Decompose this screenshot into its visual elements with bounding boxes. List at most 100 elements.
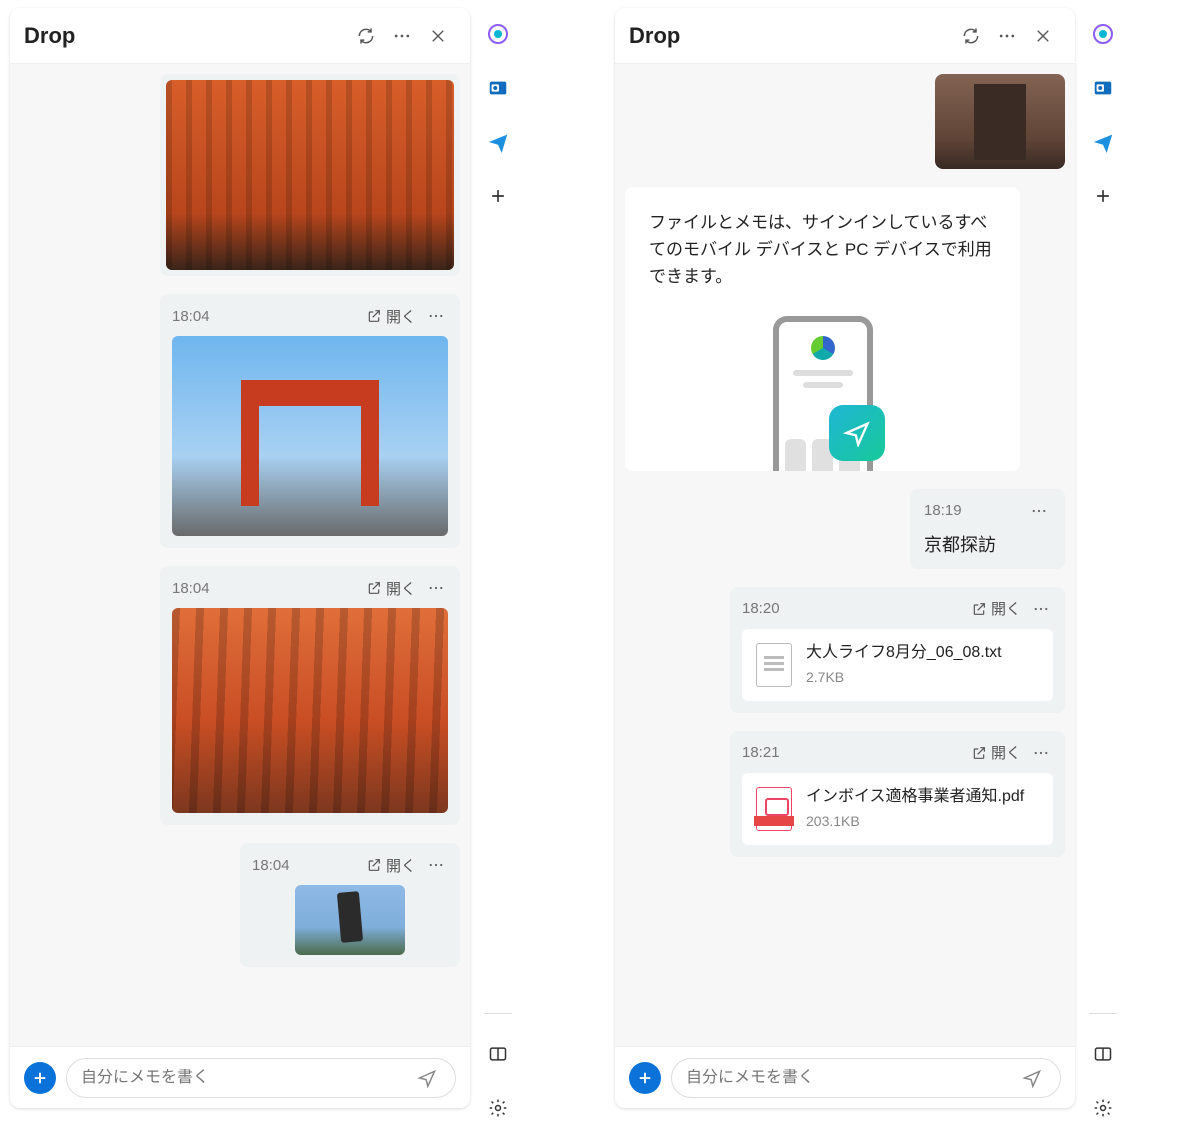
card-header: 18:20 開く xyxy=(742,597,1053,621)
file-card[interactable]: 18:21 開く インボイス適格事業者通知.pdf 203.1KB xyxy=(730,731,1065,857)
outlook-icon[interactable] xyxy=(484,74,512,102)
drop-header: Drop xyxy=(10,8,470,64)
file-info: 大人ライフ8月分_06_08.txt 2.7KB xyxy=(806,643,1039,687)
left-pane: Drop 18:04 開く xyxy=(10,0,565,1122)
settings-icon[interactable] xyxy=(1089,1094,1117,1122)
send-button[interactable] xyxy=(413,1064,441,1092)
photo-torii-path[interactable] xyxy=(172,608,448,813)
item-more-button[interactable] xyxy=(1027,499,1051,523)
text-file-icon xyxy=(756,643,792,687)
file-size: 2.7KB xyxy=(806,669,1039,685)
photo-torii-tunnel[interactable] xyxy=(166,80,454,270)
sidebar-divider xyxy=(484,1013,512,1014)
item-more-button[interactable] xyxy=(424,853,448,877)
more-horizontal-icon xyxy=(427,307,445,325)
refresh-button[interactable] xyxy=(953,18,989,54)
open-button[interactable]: 開く xyxy=(971,742,1021,763)
file-card[interactable]: 18:20 開く 大人ライフ8月分_06_08.txt 2.7KB xyxy=(730,587,1065,713)
more-horizontal-icon xyxy=(392,26,412,46)
file-name: 大人ライフ8月分_06_08.txt xyxy=(806,643,1039,664)
file-row[interactable]: 大人ライフ8月分_06_08.txt 2.7KB xyxy=(742,629,1053,701)
item-more-button[interactable] xyxy=(424,576,448,600)
add-sidebar-icon[interactable] xyxy=(1089,182,1117,210)
more-button[interactable] xyxy=(384,18,420,54)
image-card[interactable]: 18:04 開く xyxy=(160,566,460,825)
send-sidebar-icon[interactable] xyxy=(484,128,512,156)
open-button[interactable]: 開く xyxy=(366,855,416,876)
card-header: 18:19 xyxy=(924,499,1051,523)
close-button[interactable] xyxy=(1025,18,1061,54)
image-thumbnail[interactable] xyxy=(935,74,1065,169)
drop-body[interactable]: ファイルとメモは、サインインしているすべてのモバイル デバイスと PC デバイス… xyxy=(615,64,1075,1046)
timestamp: 18:04 xyxy=(172,580,358,597)
pdf-file-icon xyxy=(756,787,792,831)
file-size: 203.1KB xyxy=(806,813,1039,829)
info-text: ファイルとメモは、サインインしているすべてのモバイル デバイスと PC デバイス… xyxy=(649,209,996,291)
drop-footer xyxy=(10,1046,470,1108)
add-button[interactable] xyxy=(24,1062,56,1094)
drop-body[interactable]: 18:04 開く 18:04 開く xyxy=(10,64,470,1046)
compose-input[interactable] xyxy=(686,1069,1018,1087)
plus-icon xyxy=(636,1069,654,1087)
refresh-button[interactable] xyxy=(348,18,384,54)
drop-panel-left: Drop 18:04 開く xyxy=(10,8,470,1108)
more-horizontal-icon xyxy=(427,856,445,874)
image-card[interactable]: 18:04 開く xyxy=(240,843,460,967)
edge-sidebar xyxy=(470,0,526,1122)
split-screen-icon[interactable] xyxy=(484,1040,512,1068)
image-card[interactable] xyxy=(160,74,460,276)
timestamp: 18:19 xyxy=(924,502,1019,519)
photo-fox-statue[interactable] xyxy=(295,885,405,955)
item-more-button[interactable] xyxy=(1029,741,1053,765)
open-label: 開く xyxy=(991,598,1021,619)
timestamp: 18:20 xyxy=(742,600,963,617)
external-link-icon xyxy=(366,857,382,873)
external-link-icon xyxy=(366,308,382,324)
compose-input[interactable] xyxy=(81,1069,413,1087)
send-button[interactable] xyxy=(1018,1064,1046,1092)
add-sidebar-icon[interactable] xyxy=(484,182,512,210)
compose-box[interactable] xyxy=(66,1058,456,1098)
file-info: インボイス適格事業者通知.pdf 203.1KB xyxy=(806,787,1039,831)
close-icon xyxy=(1034,27,1052,45)
open-button[interactable]: 開く xyxy=(366,306,416,327)
card-header: 18:04 開く xyxy=(252,853,448,877)
image-card[interactable]: 18:04 開く xyxy=(160,294,460,548)
card-header: 18:04 開く xyxy=(172,304,448,328)
more-button[interactable] xyxy=(989,18,1025,54)
info-illustration xyxy=(649,311,996,471)
settings-icon[interactable] xyxy=(484,1094,512,1122)
photo-torii-gate[interactable] xyxy=(172,336,448,536)
item-more-button[interactable] xyxy=(424,304,448,328)
open-label: 開く xyxy=(386,306,416,327)
edge-logo-icon xyxy=(811,336,835,360)
send-icon xyxy=(1022,1068,1042,1088)
file-row[interactable]: インボイス適格事業者通知.pdf 203.1KB xyxy=(742,773,1053,845)
close-icon xyxy=(429,27,447,45)
more-horizontal-icon xyxy=(1030,502,1048,520)
timestamp: 18:04 xyxy=(172,308,358,325)
close-button[interactable] xyxy=(420,18,456,54)
photo-shrine-thumbnail[interactable] xyxy=(935,74,1065,169)
outlook-icon[interactable] xyxy=(1089,74,1117,102)
info-card: ファイルとメモは、サインインしているすべてのモバイル デバイスと PC デバイス… xyxy=(625,187,1020,471)
open-label: 開く xyxy=(991,742,1021,763)
copilot-icon[interactable] xyxy=(484,20,512,48)
split-screen-icon[interactable] xyxy=(1089,1040,1117,1068)
open-button[interactable]: 開く xyxy=(366,578,416,599)
send-sidebar-icon[interactable] xyxy=(1089,128,1117,156)
message-text: 京都探訪 xyxy=(924,531,1051,557)
message-card[interactable]: 18:19 京都探訪 xyxy=(910,489,1065,569)
drop-footer xyxy=(615,1046,1075,1108)
panel-title: Drop xyxy=(629,23,953,49)
copilot-icon[interactable] xyxy=(1089,20,1117,48)
item-more-button[interactable] xyxy=(1029,597,1053,621)
open-button[interactable]: 開く xyxy=(971,598,1021,619)
add-button[interactable] xyxy=(629,1062,661,1094)
drop-header: Drop xyxy=(615,8,1075,64)
panel-title: Drop xyxy=(24,23,348,49)
card-header: 18:04 開く xyxy=(172,576,448,600)
more-horizontal-icon xyxy=(427,579,445,597)
compose-box[interactable] xyxy=(671,1058,1061,1098)
sidebar-divider xyxy=(1089,1013,1117,1014)
